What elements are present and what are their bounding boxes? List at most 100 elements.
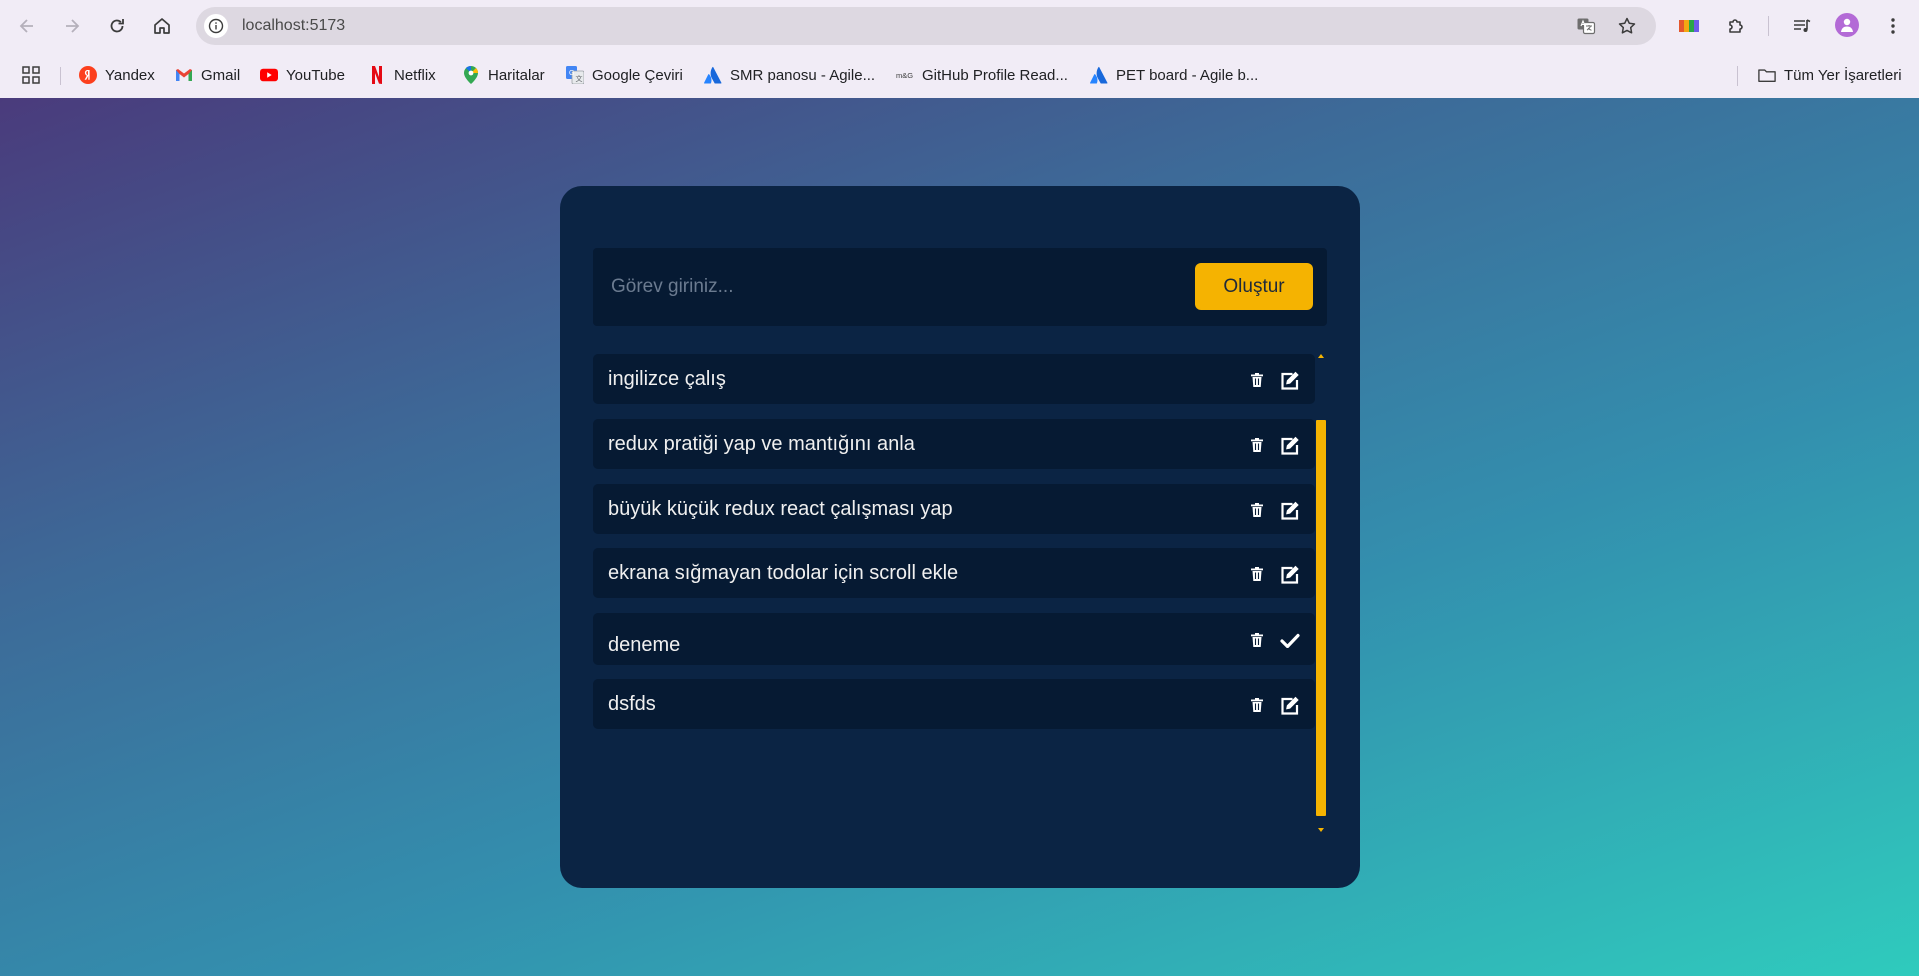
bookmark-label: Google Çeviri — [592, 66, 683, 84]
trash-icon — [1251, 503, 1263, 517]
atlassian-icon — [704, 66, 722, 84]
site-info-icon[interactable] — [204, 14, 228, 38]
folder-icon — [1758, 66, 1776, 84]
all-bookmarks-label: Tüm Yer İşaretleri — [1784, 66, 1902, 84]
edit-todo-button[interactable] — [1279, 434, 1301, 456]
yandex-icon — [79, 66, 97, 84]
delete-todo-button[interactable] — [1246, 629, 1268, 651]
todo-item: ingilizce çalış — [593, 354, 1315, 404]
bookmark-pet-board[interactable]: PET board - Agile b... — [1090, 62, 1258, 88]
svg-text:m&G: m&G — [896, 71, 913, 80]
todo-item: dsfds — [593, 679, 1315, 729]
app-background: Oluştur ingilizce çalış redux pratiği yap… — [0, 98, 1919, 976]
trash-icon — [1251, 438, 1263, 452]
scroll-up-arrow[interactable] — [1318, 354, 1324, 358]
bookmark-smr-panosu[interactable]: SMR panosu - Agile... — [704, 62, 875, 88]
reload-button[interactable] — [101, 10, 133, 42]
media-queue-icon[interactable] — [1788, 12, 1816, 40]
bookmark-label: GitHub Profile Read... — [922, 66, 1068, 84]
delete-todo-button[interactable] — [1246, 499, 1268, 521]
scroll-down-arrow[interactable] — [1318, 828, 1324, 832]
url-text[interactable]: localhost:5173 — [242, 17, 345, 35]
profile-person-icon — [1841, 18, 1853, 32]
browser-toolbar: localhost:5173 — [0, 0, 1919, 52]
bookmark-label: YouTube — [286, 66, 345, 84]
bookmark-label: SMR panosu - Agile... — [730, 66, 876, 84]
bookmark-github-readme[interactable]: m&G GitHub Profile Read... — [896, 62, 1068, 88]
home-button[interactable] — [146, 10, 178, 42]
forward-arrow-icon — [66, 19, 80, 33]
extension-colorful-icon[interactable] — [1676, 12, 1704, 40]
todo-list-scrollbar[interactable] — [1315, 354, 1327, 834]
todo-text: ingilizce çalış — [608, 368, 726, 390]
home-icon — [154, 18, 170, 34]
netflix-icon — [368, 66, 386, 84]
todo-text: büyük küçük redux react çalışması yap — [608, 498, 953, 520]
toolbar-divider — [1768, 16, 1769, 36]
extensions-puzzle-icon[interactable] — [1722, 12, 1750, 40]
todo-text: redux pratiği yap ve mantığını anla — [608, 433, 915, 455]
delete-todo-button[interactable] — [1246, 694, 1268, 716]
todo-text: dsfds — [608, 693, 656, 715]
bookmark-label: Gmail — [201, 66, 241, 84]
todo-list[interactable]: ingilizce çalış redux pratiği yap ve mant… — [593, 354, 1327, 834]
youtube-icon — [260, 66, 278, 84]
todo-text: ekrana sığmayan todolar için scroll ekle — [608, 562, 959, 584]
bookmark-label: PET board - Agile b... — [1116, 66, 1259, 84]
apps-grid-icon — [22, 66, 40, 84]
trash-icon — [1251, 698, 1263, 712]
save-todo-button[interactable] — [1279, 629, 1301, 651]
bookmark-gmail[interactable]: Gmail — [175, 62, 240, 88]
trash-icon — [1251, 567, 1263, 581]
all-bookmarks-button[interactable]: Tüm Yer İşaretleri — [1758, 62, 1902, 88]
atlassian-icon — [1090, 66, 1108, 84]
translate-icon: G文 — [566, 66, 584, 84]
bookmark-youtube[interactable]: YouTube — [260, 62, 345, 88]
create-button[interactable]: Oluştur — [1195, 263, 1313, 310]
edit-todo-button[interactable] — [1279, 694, 1301, 716]
scrollbar-thumb[interactable] — [1316, 420, 1326, 816]
edit-todo-button[interactable] — [1279, 563, 1301, 585]
svg-text:G: G — [569, 70, 574, 77]
bookmarks-bar: Yandex Gmail YouTube Netflix Haritalar G… — [0, 52, 1919, 98]
translate-page-icon[interactable] — [1574, 14, 1598, 38]
edit-icon — [1280, 501, 1300, 520]
trash-icon — [1251, 373, 1263, 387]
check-icon — [1280, 633, 1300, 648]
back-arrow-icon — [19, 19, 33, 33]
apps-button[interactable] — [22, 62, 40, 88]
task-input[interactable] — [593, 248, 1183, 326]
maps-icon — [462, 66, 480, 84]
bookmarks-divider — [60, 67, 61, 85]
bookmark-maps[interactable]: Haritalar — [462, 62, 545, 88]
todo-item — [593, 613, 1315, 665]
delete-todo-button[interactable] — [1246, 563, 1268, 585]
menu-kebab-icon[interactable] — [1879, 12, 1907, 40]
bookmark-label: Haritalar — [488, 66, 545, 84]
bookmark-translate[interactable]: G文 Google Çeviri — [566, 62, 683, 88]
edit-icon — [1280, 436, 1300, 455]
edit-icon — [1280, 565, 1300, 584]
trash-icon — [1251, 633, 1263, 647]
bookmark-label: Yandex — [105, 66, 155, 84]
todo-edit-input[interactable] — [608, 630, 1208, 660]
gmail-icon — [175, 66, 193, 84]
bookmark-label: Netflix — [394, 66, 436, 84]
address-bar[interactable]: localhost:5173 — [196, 7, 1656, 45]
profile-avatar[interactable] — [1835, 13, 1859, 37]
todo-item: büyük küçük redux react çalışması yap — [593, 484, 1315, 534]
bookmark-netflix[interactable]: Netflix — [368, 62, 436, 88]
delete-todo-button[interactable] — [1246, 434, 1268, 456]
delete-todo-button[interactable] — [1246, 369, 1268, 391]
edit-todo-button[interactable] — [1279, 369, 1301, 391]
svg-text:文: 文 — [576, 74, 583, 83]
back-button[interactable] — [11, 10, 43, 42]
bookmark-yandex[interactable]: Yandex — [79, 62, 155, 88]
edit-todo-button[interactable] — [1279, 499, 1301, 521]
bookmark-star-icon[interactable] — [1615, 14, 1639, 38]
forward-button[interactable] — [56, 10, 88, 42]
todo-item: ekrana sığmayan todolar için scroll ekle — [593, 548, 1315, 598]
todo-card: Oluştur ingilizce çalış redux pratiği yap… — [560, 186, 1360, 888]
bookmarks-divider — [1737, 66, 1738, 86]
reload-icon — [110, 19, 124, 33]
